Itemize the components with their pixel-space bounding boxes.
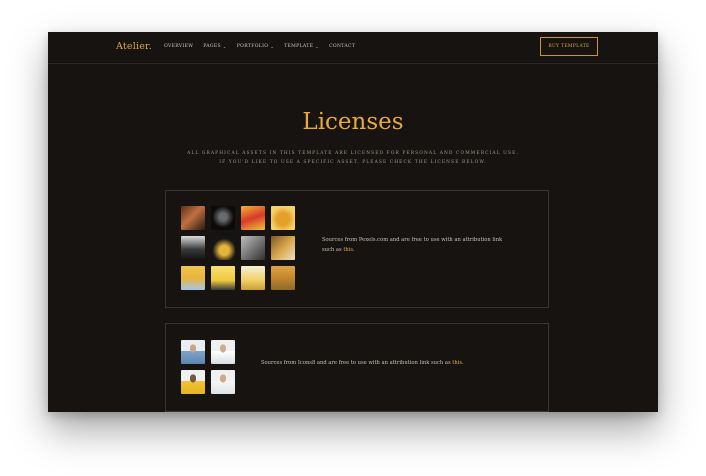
thumbnail-image	[271, 206, 295, 230]
thumbnail-image	[211, 266, 235, 290]
buy-template-button[interactable]: BUY TEMPLATE	[540, 37, 598, 56]
attribution-link[interactable]: this.	[343, 247, 354, 253]
license-description: Sources from Pexels.com and are free to …	[322, 235, 512, 255]
thumbnail-image	[211, 370, 235, 394]
thumbnail-image	[181, 370, 205, 394]
chevron-down-icon: ⌄	[315, 44, 320, 49]
thumbnail-image	[211, 236, 235, 260]
browser-window: Atelier. OVERVIEW PAGES ⌄ PORTFOLIO ⌄ TE…	[48, 32, 658, 412]
nav-item-label: OVERVIEW	[164, 44, 194, 49]
thumbnail-image	[211, 206, 235, 230]
chevron-down-icon: ⌄	[222, 44, 227, 49]
thumbnail-image	[181, 206, 205, 230]
thumbnail-image	[241, 266, 265, 290]
nav-item-contact[interactable]: CONTACT	[329, 44, 355, 49]
license-card-icons8: Sources from Icons8 and are free to use …	[165, 323, 549, 412]
license-description: Sources from Icons8 and are free to use …	[261, 358, 521, 368]
attribution-link[interactable]: this.	[452, 360, 463, 366]
license-card-pexels: Sources from Pexels.com and are free to …	[165, 190, 549, 308]
top-navbar: Atelier. OVERVIEW PAGES ⌄ PORTFOLIO ⌄ TE…	[48, 32, 658, 64]
nav-item-template[interactable]: TEMPLATE ⌄	[284, 44, 319, 49]
thumbnail-image	[241, 206, 265, 230]
pexels-thumbnail-grid	[181, 206, 295, 290]
thumbnail-image	[181, 340, 205, 364]
license-text: Sources from Icons8 and are free to use …	[261, 360, 453, 366]
nav-item-label: CONTACT	[329, 44, 356, 49]
subtitle-line: ALL GRAPHICAL ASSETS IN THIS TEMPLATE AR…	[187, 151, 519, 156]
main-menu: OVERVIEW PAGES ⌄ PORTFOLIO ⌄ TEMPLATE ⌄ …	[164, 44, 365, 49]
thumbnail-image	[271, 266, 295, 290]
nav-item-portfolio[interactable]: PORTFOLIO ⌄	[237, 44, 274, 49]
nav-item-label: PORTFOLIO	[236, 44, 269, 49]
chevron-down-icon: ⌄	[270, 44, 275, 49]
page-subtitle: ALL GRAPHICAL ASSETS IN THIS TEMPLATE AR…	[48, 149, 658, 167]
nav-item-overview[interactable]: OVERVIEW	[164, 44, 193, 49]
nav-item-pages[interactable]: PAGES ⌄	[203, 44, 226, 49]
subtitle-line: IF YOU'D LIKE TO USE A SPECIFIC ASSET, P…	[219, 160, 487, 165]
thumbnail-image	[211, 340, 235, 364]
icons8-thumbnail-grid	[181, 340, 235, 394]
site-logo[interactable]: Atelier.	[116, 41, 152, 52]
thumbnail-image	[181, 266, 205, 290]
page-title: Licenses	[302, 109, 404, 135]
thumbnail-image	[181, 236, 205, 260]
thumbnail-image	[241, 236, 265, 260]
nav-item-label: PAGES	[203, 44, 221, 49]
nav-item-label: TEMPLATE	[284, 44, 314, 49]
thumbnail-image	[271, 236, 295, 260]
